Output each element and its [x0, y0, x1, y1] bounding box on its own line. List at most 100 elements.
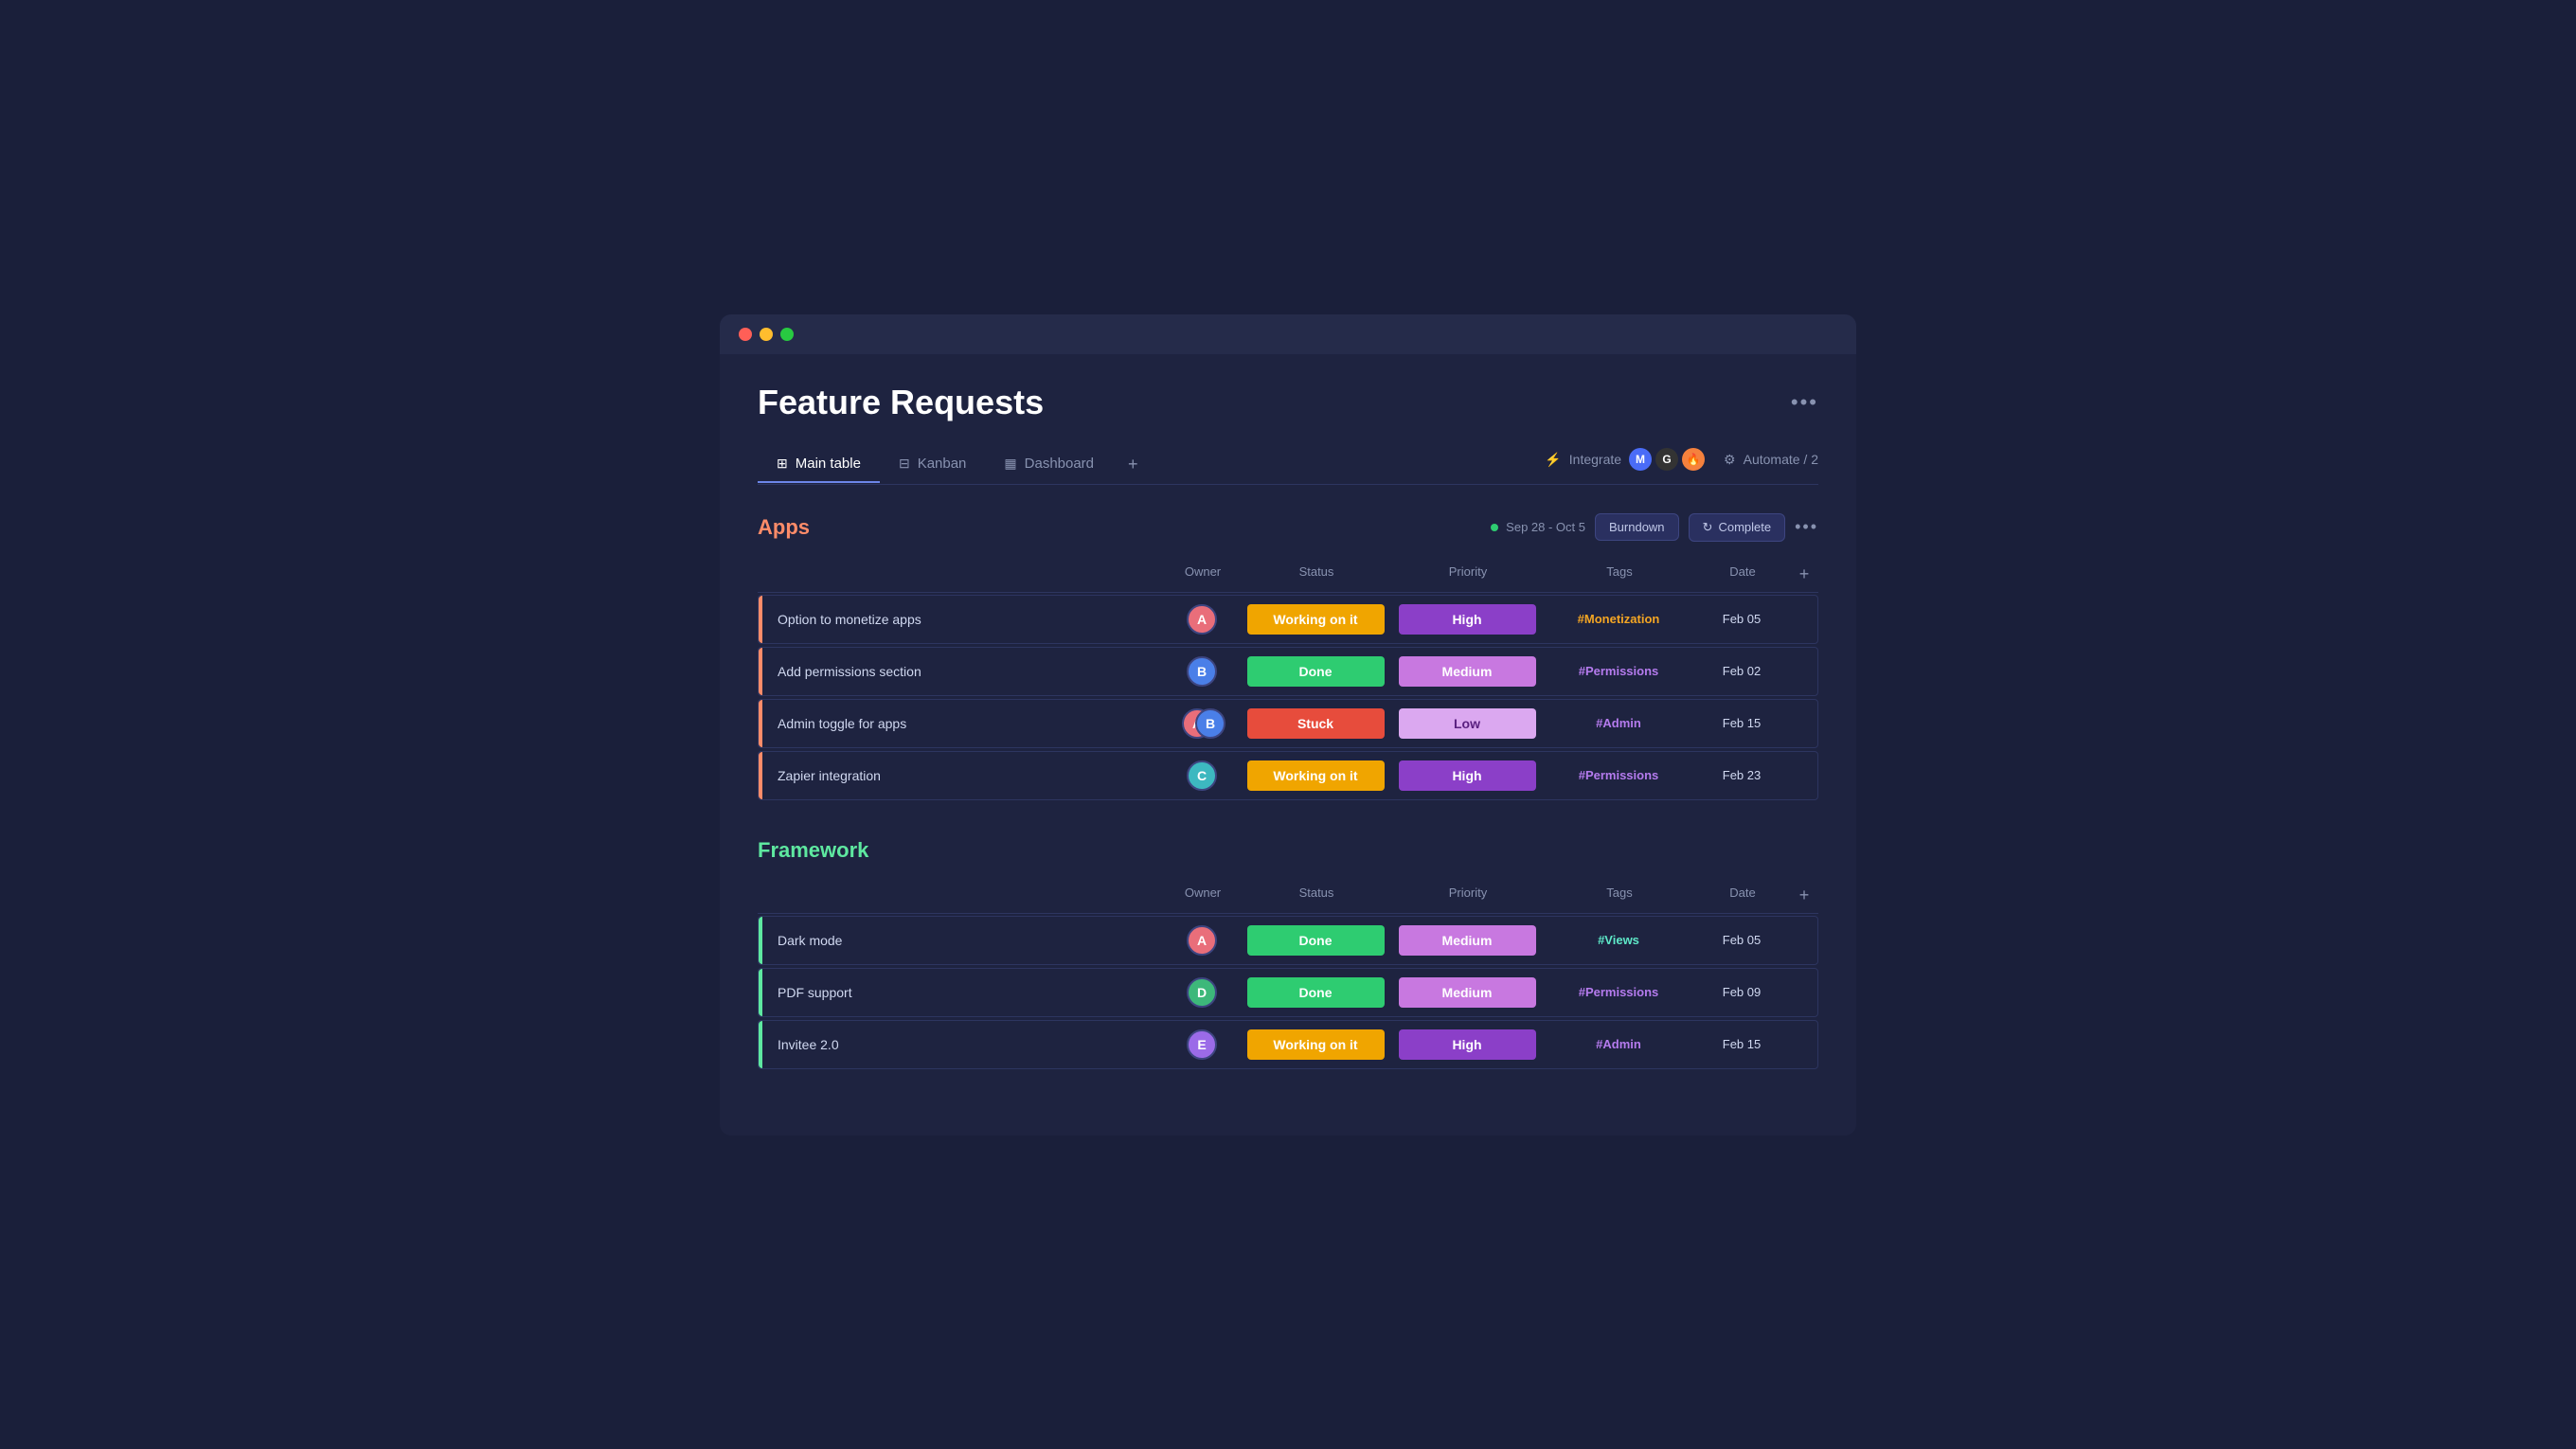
add-tab-button[interactable]: + [1113, 445, 1154, 484]
complete-button[interactable]: ↻ Complete [1689, 513, 1786, 542]
table-row[interactable]: Invitee 2.0 E Working on itHigh#AdminFeb 1… [758, 1020, 1818, 1069]
row-name: Add permissions section [759, 664, 1164, 679]
row-priority-cell[interactable]: Medium [1391, 925, 1543, 956]
avatar: B [1195, 708, 1225, 739]
row-name: Zapier integration [759, 768, 1164, 783]
row-owner-cell: AB [1164, 708, 1240, 739]
row-tags-cell: #Admin [1543, 1037, 1694, 1051]
tab-dashboard-label: Dashboard [1025, 456, 1094, 472]
fw-col-priority-header: Priority [1392, 886, 1544, 905]
framework-section-header: Framework [758, 838, 1818, 863]
framework-title: Framework [758, 838, 868, 863]
page-title: Feature Requests [758, 383, 1044, 422]
row-status-cell[interactable]: Working on it [1240, 604, 1391, 635]
apps-table-header: Owner Status Priority Tags Date + [758, 557, 1818, 593]
col-tags-header: Tags [1544, 564, 1695, 584]
fw-col-owner-header: Owner [1165, 886, 1241, 905]
kanban-icon: ⊟ [899, 456, 910, 472]
row-priority-cell[interactable]: High [1391, 604, 1543, 635]
apps-title: Apps [758, 515, 810, 540]
row-priority-cell[interactable]: Medium [1391, 977, 1543, 1008]
row-owner-cell: B [1164, 656, 1240, 687]
automate-button[interactable]: ⚙ Automate / 2 [1724, 452, 1818, 468]
row-date-cell: Feb 02 [1694, 664, 1789, 678]
row-status-cell[interactable]: Stuck [1240, 708, 1391, 739]
row-tags-cell: #Permissions [1543, 985, 1694, 999]
row-name: Invitee 2.0 [759, 1037, 1164, 1052]
row-date-cell: Feb 15 [1694, 1037, 1789, 1051]
status-badge: Working on it [1247, 604, 1385, 635]
fw-col-date-header: Date [1695, 886, 1790, 905]
col-owner-header: Owner [1165, 564, 1241, 584]
status-badge: Done [1247, 977, 1385, 1008]
table-row[interactable]: Add permissions sectionBDone Medium #Permi… [758, 647, 1818, 696]
row-status-cell[interactable]: Working on it [1240, 760, 1391, 791]
row-left-bar [759, 1021, 762, 1068]
tag-label: #Permissions [1579, 768, 1659, 782]
row-priority-cell[interactable]: Medium [1391, 656, 1543, 687]
row-name: Admin toggle for apps [759, 716, 1164, 731]
integrate-label: Integrate [1569, 452, 1621, 467]
row-date-cell: Feb 15 [1694, 716, 1789, 730]
row-left-bar [759, 752, 762, 799]
row-priority-cell[interactable]: Low [1391, 708, 1543, 739]
tab-actions: ⚡ Integrate M G 🔥 ⚙ Automate / 2 [1545, 448, 1818, 480]
row-owner-cell: A [1164, 604, 1240, 635]
row-tags-cell: #Monetization [1543, 612, 1694, 626]
row-tags-cell: #Views [1543, 933, 1694, 947]
apps-section: Apps Sep 28 - Oct 5 Burndown ↻ Complete … [758, 513, 1818, 800]
burndown-button[interactable]: Burndown [1595, 513, 1679, 541]
priority-badge: Low [1399, 708, 1536, 739]
integrate-button[interactable]: ⚡ Integrate M G 🔥 [1545, 448, 1705, 471]
row-status-cell[interactable]: Done [1240, 925, 1391, 956]
table-row[interactable]: PDF supportDDoneMedium#PermissionsFeb 09 [758, 968, 1818, 1017]
row-date-cell: Feb 09 [1694, 985, 1789, 999]
tab-main-table-label: Main table [796, 456, 861, 472]
row-tags-cell: #Permissions [1543, 768, 1694, 782]
table-row[interactable]: Dark modeADoneMedium#ViewsFeb 05 [758, 916, 1818, 965]
more-options-button[interactable]: ••• [1791, 390, 1818, 415]
row-name: Option to monetize apps [759, 612, 1164, 627]
apps-controls: Sep 28 - Oct 5 Burndown ↻ Complete ••• [1491, 513, 1818, 542]
table-row[interactable]: Zapier integrationCWorking on it High #Per… [758, 751, 1818, 800]
row-owner-cell: C [1164, 760, 1240, 791]
row-left-bar [759, 969, 762, 1016]
maximize-dot[interactable] [780, 328, 794, 341]
row-priority-cell[interactable]: High [1391, 1029, 1543, 1060]
row-name: Dark mode [759, 933, 1164, 948]
priority-badge: Medium [1399, 925, 1536, 956]
apps-more-button[interactable]: ••• [1795, 517, 1818, 537]
tag-label: #Permissions [1579, 985, 1659, 999]
row-owner-cell: D [1164, 977, 1240, 1008]
row-tags-cell: #Permissions [1543, 664, 1694, 678]
tab-main-table[interactable]: ⊞ Main table [758, 446, 880, 483]
dashboard-icon: ▦ [1004, 456, 1016, 472]
tag-label: #Permissions [1579, 664, 1659, 678]
tab-kanban[interactable]: ⊟ Kanban [880, 446, 985, 483]
integrate-icon-1: M [1629, 448, 1652, 471]
row-owner-cell: A [1164, 925, 1240, 956]
tab-dashboard[interactable]: ▦ Dashboard [985, 446, 1113, 483]
fw-add-column-button[interactable]: + [1790, 886, 1818, 905]
row-status-cell[interactable]: Done [1240, 977, 1391, 1008]
title-bar [720, 314, 1856, 354]
row-status-cell[interactable]: Done [1240, 656, 1391, 687]
row-priority-cell[interactable]: High [1391, 760, 1543, 791]
table-row[interactable]: Admin toggle for appsABStuck Low #Admin Feb… [758, 699, 1818, 748]
close-dot[interactable] [739, 328, 752, 341]
priority-badge: Medium [1399, 656, 1536, 687]
framework-section: Framework Owner Status Priority Tags Dat… [758, 838, 1818, 1069]
priority-badge: High [1399, 760, 1536, 791]
apps-date-text: Sep 28 - Oct 5 [1506, 520, 1585, 534]
automate-label: Automate / 2 [1744, 452, 1818, 467]
apps-table-body: Option to monetize appsAWorking on itHig… [758, 595, 1818, 800]
row-left-bar [759, 700, 762, 747]
minimize-dot[interactable] [760, 328, 773, 341]
row-status-cell[interactable]: Working on it [1240, 1029, 1391, 1060]
table-row[interactable]: Option to monetize appsAWorking on itHig… [758, 595, 1818, 644]
avatar: E [1187, 1029, 1217, 1060]
tag-label: #Admin [1596, 716, 1641, 730]
integrate-icon-2: G [1655, 448, 1678, 471]
add-column-button[interactable]: + [1790, 564, 1818, 584]
row-left-bar [759, 596, 762, 643]
